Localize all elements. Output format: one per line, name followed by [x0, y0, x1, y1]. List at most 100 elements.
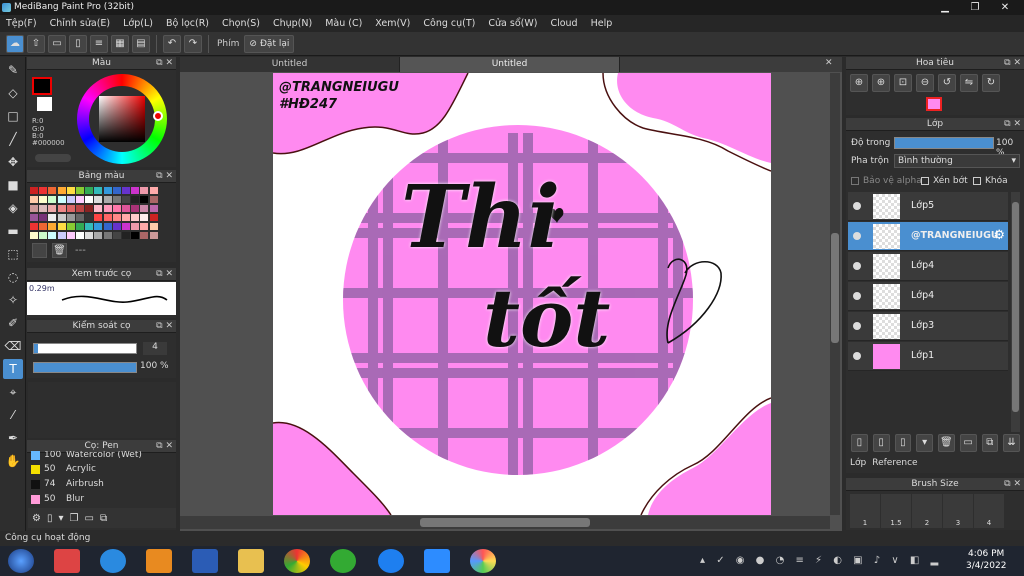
menu-select[interactable]: Chọn(S): [222, 18, 260, 29]
gear-icon[interactable]: ⚙: [993, 228, 1005, 243]
layer-row[interactable]: Lớp4: [848, 282, 1008, 311]
line-tool-icon[interactable]: ╱: [3, 129, 23, 149]
move-tool-icon[interactable]: ✥: [3, 152, 23, 172]
palette-swatch[interactable]: [112, 223, 121, 230]
palette-swatch[interactable]: [112, 187, 121, 194]
rotate-right-icon[interactable]: ↻: [982, 74, 1000, 92]
brush-opacity-value[interactable]: 100 %: [140, 361, 169, 371]
tab-untitled-2[interactable]: Untitled: [400, 57, 620, 72]
gradient-tool-icon[interactable]: ▬: [3, 221, 23, 241]
start-button[interactable]: [8, 549, 34, 573]
menu-help[interactable]: Help: [591, 18, 613, 29]
brush-tool-icon[interactable]: ✎: [3, 60, 23, 80]
share-icon[interactable]: ⇧: [27, 34, 45, 53]
navigator-thumbnail[interactable]: [926, 97, 942, 111]
merge-layer-icon[interactable]: ⇊: [1003, 434, 1020, 452]
color-mode-toggle[interactable]: [35, 154, 71, 162]
duplicate-layer-icon[interactable]: ⧉: [981, 434, 999, 452]
tab-close-icon[interactable]: ✕: [825, 58, 833, 68]
layers-scrollbar[interactable]: [1011, 192, 1020, 432]
palette-swatch[interactable]: [39, 223, 48, 230]
palette-swatch[interactable]: [39, 205, 48, 212]
panel-buttons[interactable]: ⧉ ✕: [1004, 478, 1021, 491]
rotate-left-icon[interactable]: ↺: [938, 74, 956, 92]
protect-alpha[interactable]: Bảo vệ alpha: [851, 176, 922, 186]
palette-swatch[interactable]: [131, 196, 140, 203]
brush-size-slider[interactable]: [33, 343, 137, 354]
menu-filter[interactable]: Bộ lọc(R): [166, 18, 209, 29]
palette-swatch[interactable]: [30, 205, 38, 212]
tab-layer[interactable]: Lớp: [850, 456, 866, 471]
new-layer-3-icon[interactable]: ▯: [894, 434, 912, 452]
palette-swatch[interactable]: [30, 223, 38, 230]
list-icon[interactable]: ≡: [90, 34, 108, 53]
palette-swatch[interactable]: [103, 214, 112, 221]
brush-size-preset[interactable]: 1.5: [881, 494, 911, 528]
palette-swatch[interactable]: [122, 214, 130, 221]
select-eraser-icon[interactable]: ⌫: [3, 336, 23, 356]
fill-rect-tool-icon[interactable]: ■: [3, 175, 23, 195]
palette-swatch[interactable]: [103, 232, 112, 239]
menu-color[interactable]: Màu (C): [325, 18, 362, 29]
brush-size-value[interactable]: 4: [143, 342, 167, 355]
palette-more[interactable]: ---: [75, 245, 86, 256]
layer-row-selected[interactable]: @TRANGNEIUGU ⚙: [848, 222, 1008, 251]
palette-swatch[interactable]: [131, 187, 140, 194]
internet-explorer-icon[interactable]: [100, 549, 126, 573]
palette-swatch[interactable]: [131, 232, 140, 239]
brush-opacity-slider[interactable]: [33, 362, 137, 373]
zoom-out-icon[interactable]: ⊖: [916, 74, 934, 92]
brush-size-preset[interactable]: 3: [943, 494, 973, 528]
palette-swatch[interactable]: [122, 187, 130, 194]
palette-swatch[interactable]: [85, 214, 94, 221]
palette-swatch[interactable]: [94, 187, 103, 194]
palette-swatch[interactable]: [48, 223, 57, 230]
palette-swatch[interactable]: [76, 205, 84, 212]
fit-icon[interactable]: ⊡: [894, 74, 912, 92]
brush-add-menu-icon[interactable]: ▾: [58, 513, 63, 524]
palette-swatch[interactable]: [48, 205, 57, 212]
layer-row[interactable]: Lớp1: [848, 342, 1008, 371]
brush-item[interactable]: 50 Blur: [28, 492, 160, 507]
palette-swatch[interactable]: [48, 214, 57, 221]
reset-button[interactable]: ⊘ Đặt lại: [244, 34, 295, 53]
flip-icon[interactable]: ⇋: [960, 74, 978, 92]
tab-untitled-1[interactable]: Untitled: [180, 57, 400, 72]
zalo-icon[interactable]: [378, 549, 404, 573]
primary-color-swatch[interactable]: [32, 77, 52, 95]
clock-time[interactable]: 4:06 PM: [968, 549, 1004, 559]
palette-swatch[interactable]: [66, 196, 75, 203]
palette-swatch[interactable]: [149, 205, 158, 212]
eraser-tool-icon[interactable]: ◇: [3, 83, 23, 103]
palette-swatch[interactable]: [76, 196, 84, 203]
menu-file[interactable]: Tệp(F): [6, 18, 37, 29]
palette-swatch[interactable]: [131, 223, 140, 230]
menu-cloud[interactable]: Cloud: [550, 18, 577, 29]
palette-swatch[interactable]: [57, 214, 66, 221]
palette-swatch[interactable]: [122, 196, 130, 203]
eye-icon[interactable]: [853, 262, 861, 270]
palette-swatch[interactable]: [85, 187, 94, 194]
palette-swatch[interactable]: [85, 232, 94, 239]
palette-swatch[interactable]: [66, 232, 75, 239]
panel-buttons[interactable]: ⧉ ✕: [1004, 57, 1021, 70]
maximize-button[interactable]: ❐: [960, 0, 990, 15]
palette-swatch[interactable]: [122, 223, 130, 230]
new-layer-2-icon[interactable]: ▯: [872, 434, 890, 452]
palette-swatches[interactable]: [30, 187, 160, 239]
media-player-icon[interactable]: [146, 549, 172, 573]
horizontal-scrollbar[interactable]: [180, 516, 830, 529]
layer-row[interactable]: Lớp5: [848, 192, 1008, 221]
brush-duplicate-icon[interactable]: ⧉: [100, 513, 107, 524]
comment-icon[interactable]: ▭: [48, 34, 66, 53]
palette-swatch[interactable]: [57, 196, 66, 203]
chrome-icon[interactable]: [284, 549, 310, 573]
palette-swatch[interactable]: [76, 223, 84, 230]
cloud-icon[interactable]: ☁: [6, 34, 24, 53]
new-layer-icon[interactable]: ▯: [851, 434, 868, 452]
palette-swatch[interactable]: [48, 196, 57, 203]
select-pen-icon[interactable]: ✐: [3, 313, 23, 333]
opacity-slider[interactable]: [894, 137, 994, 149]
palette-swatch[interactable]: [39, 187, 48, 194]
palette-swatch[interactable]: [39, 232, 48, 239]
